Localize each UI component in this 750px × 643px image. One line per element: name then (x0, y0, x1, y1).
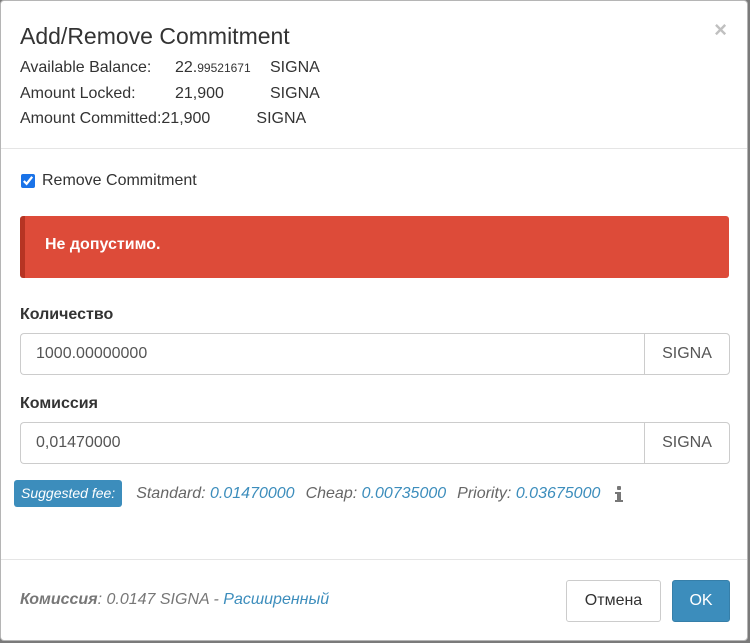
amount-committed-label: Amount Committed: (20, 110, 162, 127)
fee-cheap-link[interactable]: 0.00735000 (362, 485, 447, 502)
modal-title: Add/Remove Commitment (20, 23, 290, 49)
fee-cheap: Cheap: 0.00735000 (306, 485, 447, 503)
footer-fee-text: : 0.0147 SIGNA - (97, 591, 224, 608)
fee-standard: Standard: 0.01470000 (136, 485, 294, 503)
modal-body: Remove Commitment Не допустимо. Количест… (1, 172, 747, 507)
cancel-button[interactable]: Отмена (566, 580, 661, 622)
available-balance-row: Available Balance: 22.99521671 SIGNA (20, 55, 728, 81)
footer-fee-summary: Комиссия: 0.0147 SIGNA - Расширенный (20, 591, 329, 609)
available-balance-frac: 99521671 (197, 61, 251, 75)
add-remove-commitment-modal: Add/Remove Commitment × Available Balanc… (0, 0, 748, 641)
amount-committed-unit: SIGNA (256, 110, 307, 127)
available-balance-label: Available Balance: (20, 59, 152, 76)
error-alert-message: Не допустимо. (45, 236, 161, 253)
suggested-fee-badge: Suggested fee: (14, 480, 123, 507)
fee-priority: Priority: 0.03675000 (457, 485, 600, 503)
amount-locked-row: Amount Locked: 21,900 SIGNA (20, 81, 728, 106)
suggested-fees: Suggested fee: Standard: 0.01470000 Chea… (14, 480, 728, 507)
remove-commitment-label: Remove Commitment (42, 172, 197, 189)
available-balance-unit: SIGNA (270, 59, 320, 76)
remove-commitment-row[interactable]: Remove Commitment (20, 172, 728, 190)
fee-unit-addon: SIGNA (644, 422, 730, 464)
fee-priority-link[interactable]: 0.03675000 (516, 485, 601, 502)
info-icon[interactable] (612, 485, 626, 503)
fee-input-group: SIGNA (20, 422, 730, 464)
amount-label: Количество (20, 306, 114, 323)
amount-locked-label: Amount Locked: (20, 85, 136, 102)
modal-header: Add/Remove Commitment × Available Balanc… (1, 1, 747, 149)
available-balance-int: 22. (175, 59, 198, 76)
available-balance-value: 22.99521671 (175, 55, 270, 81)
close-icon[interactable]: × (714, 19, 727, 41)
fee-standard-link[interactable]: 0.01470000 (210, 485, 295, 502)
ok-button[interactable]: OK (672, 580, 730, 622)
footer-fee-label: Комиссия (20, 591, 98, 608)
fee-priority-label: Priority: (457, 484, 512, 502)
amount-input[interactable] (20, 333, 644, 375)
remove-commitment-checkbox[interactable] (21, 174, 35, 188)
amount-unit-addon: SIGNA (644, 333, 730, 375)
fee-standard-label: Standard: (136, 484, 206, 502)
amount-committed-row: Amount Committed: 21,900 SIGNA (20, 106, 728, 131)
fee-cheap-label: Cheap: (305, 484, 358, 502)
amount-input-group: SIGNA (20, 333, 730, 375)
modal-footer: Комиссия: 0.0147 SIGNA - Расширенный Отм… (1, 559, 747, 641)
balance-info: Available Balance: 22.99521671 SIGNA Amo… (20, 55, 728, 131)
advanced-link[interactable]: Расширенный (223, 591, 329, 608)
amount-locked-unit: SIGNA (270, 85, 320, 102)
fee-label: Комиссия (20, 395, 98, 412)
amount-committed-value: 21,900 (161, 110, 211, 127)
fee-input[interactable] (20, 422, 644, 464)
amount-locked-value: 21,900 (175, 85, 224, 102)
error-alert: Не допустимо. (20, 216, 729, 278)
